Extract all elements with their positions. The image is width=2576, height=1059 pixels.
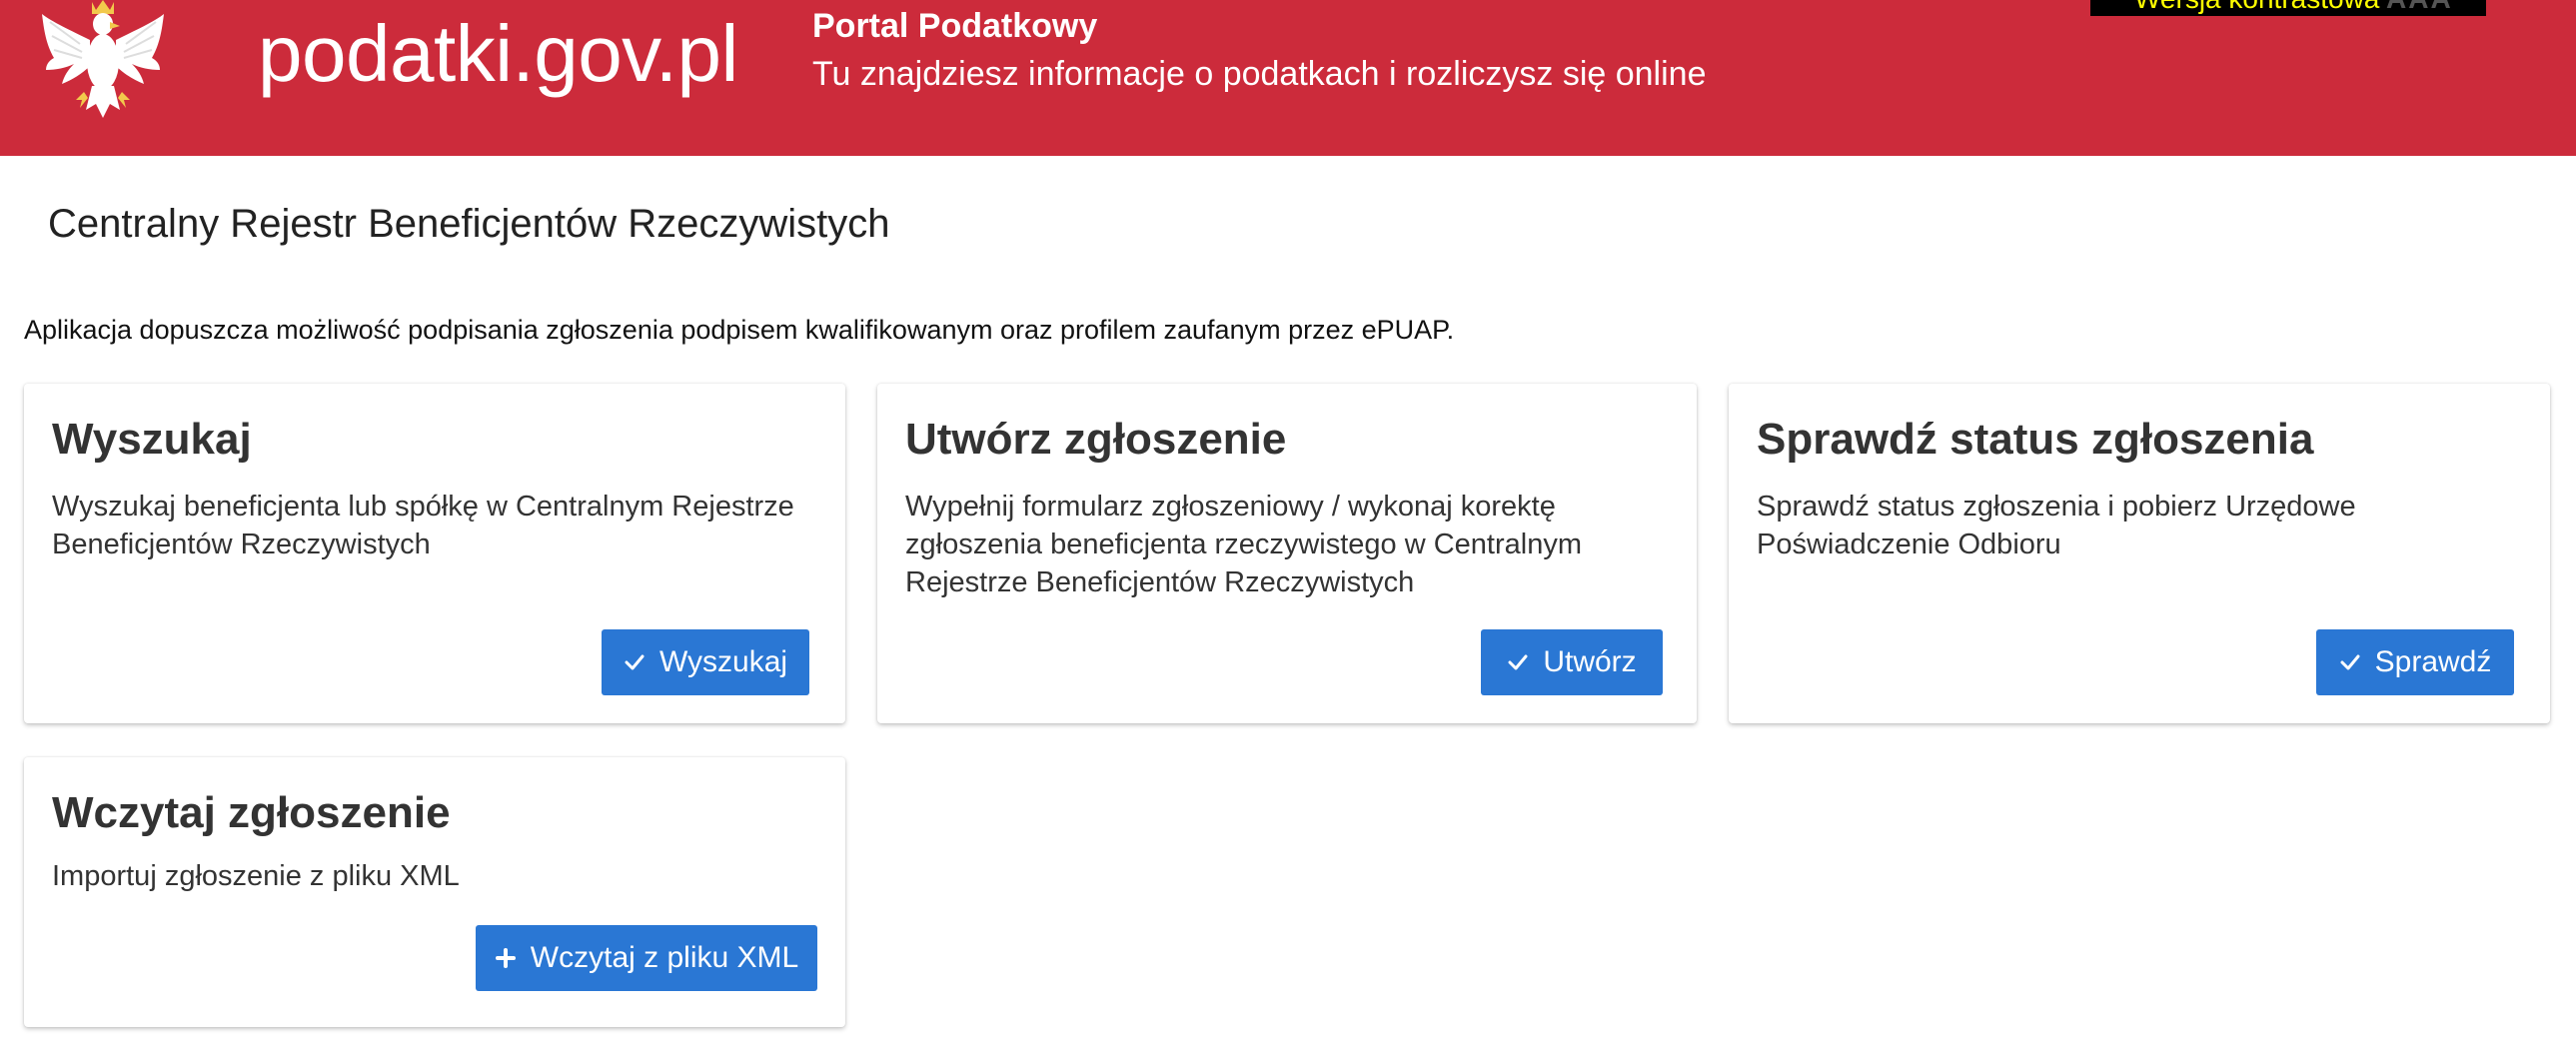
create-button-label: Utwórz bbox=[1543, 645, 1637, 678]
load-xml-button[interactable]: Wczytaj z pliku XML bbox=[476, 925, 817, 991]
card-search: Wyszukaj Wyszukaj beneficjenta lub spółk… bbox=[24, 384, 845, 723]
card-title: Utwórz zgłoszenie bbox=[905, 415, 1287, 464]
portal-tagline: Tu znajdziesz informacje o podatkach i r… bbox=[812, 55, 1707, 93]
search-button[interactable]: Wyszukaj bbox=[602, 629, 809, 695]
contrast-version-label: Wersja kontrastowa bbox=[2134, 0, 2379, 16]
card-description: Importuj zgłoszenie z pliku XML bbox=[52, 860, 460, 892]
contrast-aaa-icon[interactable]: AAA bbox=[2386, 0, 2453, 16]
card-title: Wyszukaj bbox=[52, 415, 252, 464]
page-title: Centralny Rejestr Beneficjentów Rzeczywi… bbox=[48, 202, 890, 246]
check-icon bbox=[2339, 651, 2361, 673]
plus-icon bbox=[495, 947, 517, 969]
polish-eagle-logo-icon[interactable] bbox=[40, 0, 166, 124]
portal-name: Portal Podatkowy bbox=[812, 7, 1098, 45]
check-status-button-label: Sprawdź bbox=[2374, 645, 2492, 678]
search-button-label: Wyszukaj bbox=[658, 645, 788, 678]
card-title: Wczytaj zgłoszenie bbox=[52, 788, 451, 837]
intro-text: Aplikacja dopuszcza możliwość podpisania… bbox=[24, 315, 1455, 345]
check-status-button[interactable]: Sprawdź bbox=[2316, 629, 2514, 695]
check-icon bbox=[624, 651, 645, 673]
card-description: Wypełnij formularz zgłoszeniowy / wykona… bbox=[905, 491, 1582, 598]
check-icon bbox=[1507, 651, 1529, 673]
card-create-report: Utwórz zgłoszenie Wypełnij formularz zgł… bbox=[877, 384, 1697, 723]
site-title[interactable]: podatki.gov.pl bbox=[258, 6, 738, 102]
card-description: Wyszukaj beneficjenta lub spółkę w Centr… bbox=[52, 491, 794, 560]
card-description: Sprawdź status zgłoszenia i pobierz Urzę… bbox=[1757, 491, 2356, 560]
card-load-report: Wczytaj zgłoszenie Importuj zgłoszenie z… bbox=[24, 757, 845, 1027]
site-header: podatki.gov.pl Portal Podatkowy Tu znajd… bbox=[0, 0, 2576, 156]
create-button[interactable]: Utwórz bbox=[1481, 629, 1663, 695]
contrast-version-toggle[interactable]: Wersja kontrastowa AAA bbox=[2090, 0, 2486, 16]
card-title: Sprawdź status zgłoszenia bbox=[1757, 415, 2314, 464]
card-check-status: Sprawdź status zgłoszenia Sprawdź status… bbox=[1729, 384, 2550, 723]
load-xml-button-label: Wczytaj z pliku XML bbox=[530, 941, 799, 974]
